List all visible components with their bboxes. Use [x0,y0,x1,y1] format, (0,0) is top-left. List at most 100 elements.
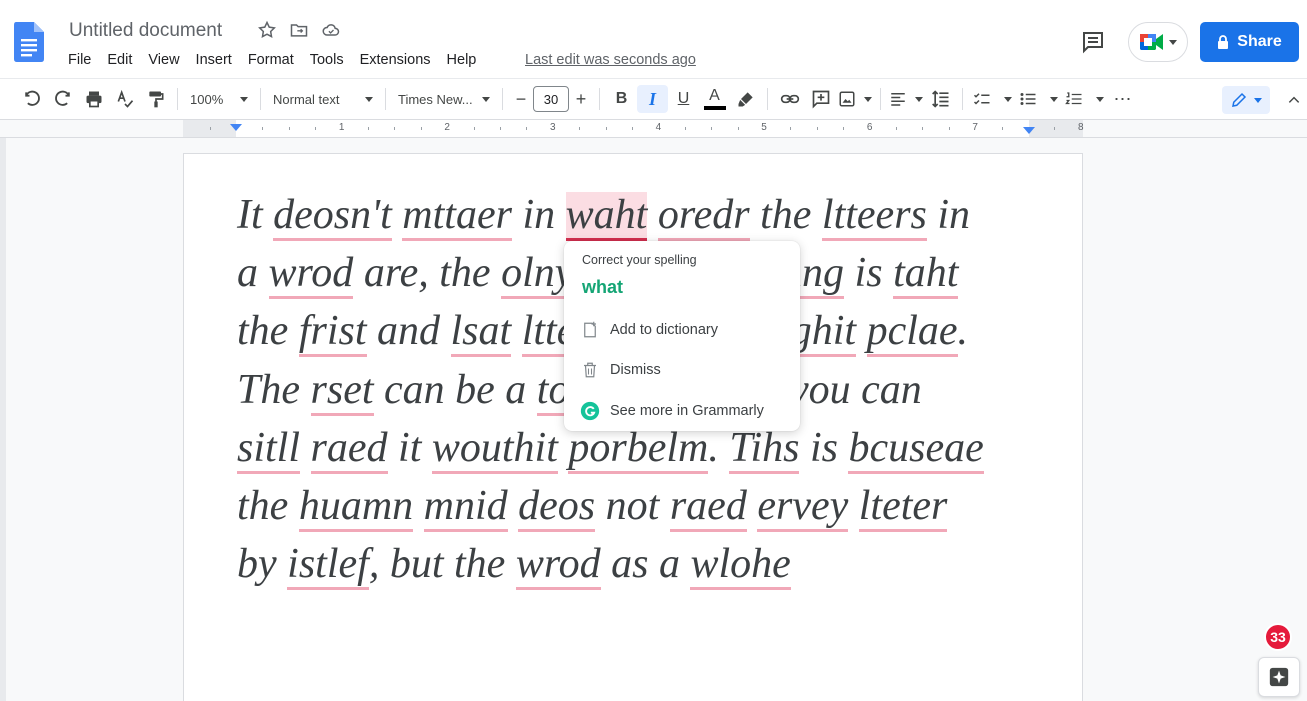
spellcheck-icon [117,89,133,108]
menu-insert[interactable]: Insert [196,52,232,68]
misspelled-word[interactable]: oredr [657,192,750,241]
font-size-input[interactable]: 30 [533,86,569,112]
lock-icon [1218,35,1229,49]
checklist-button[interactable] [969,85,1015,113]
misspelled-word[interactable]: raed [310,424,388,474]
menu-edit[interactable]: Edit [107,52,132,68]
ruler-tick [420,127,422,130]
misspelled-word[interactable]: deosn't [273,192,392,241]
numbered-list-button[interactable] [1061,85,1107,113]
line-spacing-button[interactable] [925,85,956,113]
font-family-select[interactable]: Times New... [392,85,496,113]
ruler-tick [1054,127,1056,130]
increase-font-size-button[interactable]: + [569,85,593,113]
add-to-dictionary-option[interactable]: Add to dictionary [580,318,718,342]
misspelled-word[interactable]: wlohe [690,541,791,591]
menu-view[interactable]: View [148,52,179,68]
pencil-icon [1232,92,1247,107]
misspelled-word[interactable]: deos [518,483,596,533]
last-edit-link[interactable]: Last edit was seconds ago [525,52,696,68]
menu-file[interactable]: File [68,52,91,68]
see-more-grammarly-option[interactable]: See more in Grammarly [580,399,764,423]
text-color-label: A [709,86,720,104]
dismiss-option[interactable]: Dismiss [580,358,661,382]
misspelled-word[interactable]: wrod [268,250,354,300]
menu-tools[interactable]: Tools [310,52,344,68]
bulleted-list-button[interactable] [1015,85,1061,113]
share-button[interactable]: Share [1200,22,1299,62]
paint-format-button[interactable] [140,85,171,113]
misspelled-word[interactable]: rset [310,366,374,416]
chevron-down-icon [1004,96,1012,102]
explore-button[interactable] [1258,657,1300,697]
add-comment-button[interactable] [805,85,836,113]
menu-format[interactable]: Format [248,52,294,68]
misspelled-word[interactable]: raed [669,483,747,533]
print-button[interactable] [78,85,109,113]
more-options-button[interactable]: ⋯ [1107,85,1138,113]
cloud-status-icon[interactable] [320,19,342,41]
misspelled-word[interactable]: sitll [237,424,301,474]
toolbar-divider [767,88,768,110]
active-misspelled-word[interactable]: waht [565,192,648,241]
chevron-up-icon [1288,96,1300,103]
misspelled-word[interactable]: Tihs [729,424,800,474]
italic-button[interactable]: I [637,85,668,113]
link-icon [780,94,799,104]
text-run [647,192,658,238]
ruler-tick [790,127,792,130]
menu-extensions[interactable]: Extensions [360,52,431,68]
misspelled-word[interactable]: wouthit [431,424,558,474]
decrease-font-size-button[interactable]: − [509,85,533,113]
meet-button[interactable] [1128,22,1188,62]
star-icon[interactable] [256,19,278,41]
paragraph-style-select[interactable]: Normal text [267,85,379,113]
menu-help[interactable]: Help [447,52,477,68]
misspelled-word[interactable]: olny [501,250,574,300]
misspelled-word[interactable]: ervey [757,483,849,533]
editing-mode-button[interactable] [1222,86,1270,114]
text-run: and [366,308,451,355]
misspelled-word[interactable]: ltteers [821,192,927,241]
title-actions [256,19,342,41]
underline-button[interactable]: U [668,85,699,113]
spell-check-button[interactable] [109,85,140,113]
comment-history-button[interactable] [1078,27,1108,57]
misspelled-word[interactable]: frist [298,308,367,358]
misspelled-word[interactable]: istlef [287,541,369,591]
docs-logo-icon[interactable] [14,22,44,62]
document-title[interactable]: Untitled document [69,20,222,42]
misspelled-word[interactable]: bcuseae [848,424,984,474]
insert-image-button[interactable] [836,85,874,113]
misspelled-word[interactable]: taht [893,250,959,300]
misspelled-word[interactable]: mttaer [402,192,512,241]
highlight-color-button[interactable] [730,85,761,113]
text-run: is [844,250,894,297]
misspelled-word[interactable]: lsat [450,308,512,358]
left-indent-marker[interactable] [230,124,242,131]
move-folder-icon[interactable] [288,19,310,41]
bold-button[interactable]: B [606,85,637,113]
misspelled-word[interactable]: lteter [858,483,948,533]
insert-link-button[interactable] [774,85,805,113]
collapse-menus-button[interactable] [1284,86,1304,114]
ruler-tick [896,127,897,130]
chevron-down-icon [482,96,490,102]
misspelled-word[interactable]: porbelm [568,424,709,474]
misspelled-word[interactable]: huamn [298,483,414,533]
zoom-select[interactable]: 100% [184,85,254,113]
undo-button[interactable] [16,85,47,113]
misspelled-word[interactable]: mnid [423,483,508,533]
text-run [856,308,867,354]
suggestion-replacement[interactable]: what [582,277,623,298]
redo-button[interactable] [47,85,78,113]
misspelled-word[interactable]: wrod [515,541,601,591]
horizontal-ruler[interactable]: 1 2 3 4 5 6 7 8 [183,120,1084,137]
right-indent-marker[interactable] [1023,127,1035,134]
grammarly-issue-count-badge[interactable]: 33 [1264,623,1292,651]
align-button[interactable] [887,85,925,113]
ruler-tick [579,127,581,130]
misspelled-word[interactable]: pclae [866,308,958,358]
text-color-button[interactable]: A [699,85,730,113]
underline-label: U [677,90,690,107]
